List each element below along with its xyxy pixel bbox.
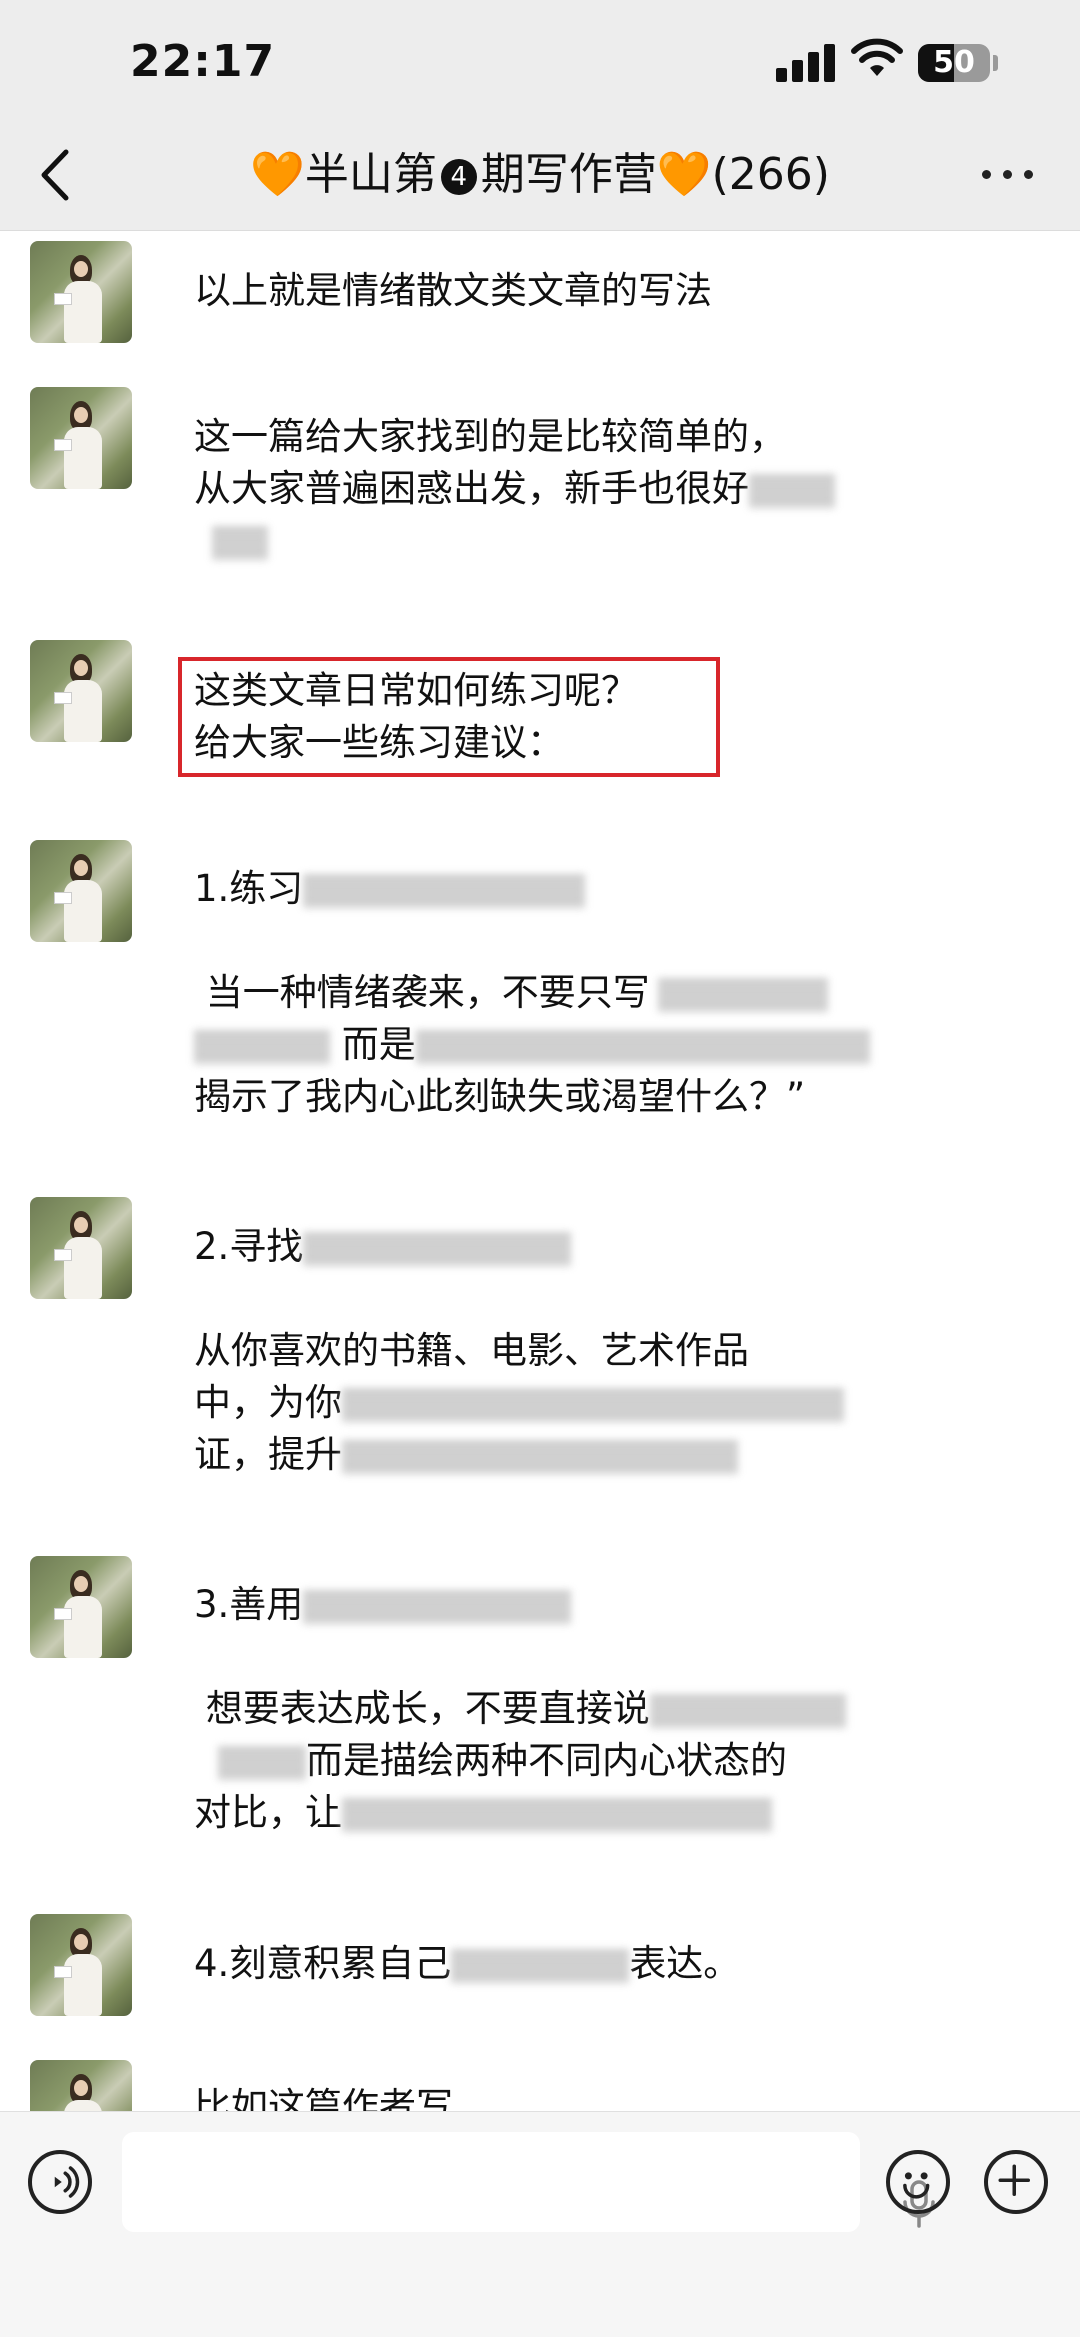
message-line: 想要表达成长，不要直接说 <box>194 1687 650 1730</box>
more-dots-icon[interactable] <box>978 160 1038 190</box>
avatar[interactable] <box>30 387 132 489</box>
highlight-box <box>178 657 720 777</box>
message-line: 当一种情绪袭来，不要只写 <box>194 971 650 1014</box>
issue-number-badge: 4 <box>440 159 477 195</box>
wifi-icon <box>851 38 903 76</box>
redacted-text <box>342 1387 844 1422</box>
message-line: 揭示了我内心此刻缺失或渴望什么？” <box>194 1075 806 1118</box>
emoji-icon[interactable] <box>886 2150 950 2214</box>
avatar[interactable] <box>30 840 132 942</box>
message-line: 比如这篇作者写 <box>194 2085 453 2111</box>
redacted-text <box>749 473 835 508</box>
message-line: 中，为你 <box>194 1381 342 1424</box>
message-text: 4.刻意积累自己 表达。 <box>194 1938 954 1990</box>
message-line: 而是描绘两种不同内心状态的 <box>306 1739 787 1782</box>
title-prefix: 🧡半山第 <box>250 149 437 200</box>
message-line: 表达。 <box>629 1942 741 1985</box>
redacted-text <box>218 1745 306 1780</box>
battery-icon: 50 <box>918 44 990 82</box>
title-suffix: 期写作营🧡 <box>480 149 712 200</box>
member-count: (266) <box>711 149 830 200</box>
message-text: 3.善用 想要表达成长，不要直接说 而是描绘两种不同内心状态的 对比，让 <box>194 1579 954 1839</box>
battery-tip <box>993 55 998 71</box>
voice-icon[interactable] <box>28 2150 92 2214</box>
avatar[interactable] <box>30 640 132 742</box>
avatar[interactable] <box>30 1197 132 1299</box>
redacted-text <box>342 1439 738 1474</box>
message-line: 这一篇给大家找到的是比较简单的， <box>194 415 786 458</box>
avatar[interactable] <box>30 2060 132 2111</box>
redacted-text <box>212 525 268 560</box>
redacted-text <box>194 1029 330 1064</box>
redacted-text <box>415 1029 870 1064</box>
redacted-text <box>649 1693 846 1728</box>
message-text: 这一篇给大家找到的是比较简单的， 从大家普遍困惑出发，新手也很好 <box>194 411 954 567</box>
message-line: 证，提升 <box>194 1433 342 1476</box>
message-text: 以上就是情绪散文类文章的写法 <box>194 265 954 317</box>
cellular-signal-icon <box>776 40 836 82</box>
message-line: 从你喜欢的书籍、电影、艺术作品 <box>194 1329 749 1372</box>
message-line: 2.寻找 <box>194 1225 304 1268</box>
redacted-text <box>451 1948 630 1983</box>
redacted-text <box>303 1589 572 1624</box>
redacted-text <box>303 873 586 908</box>
input-bar <box>0 2111 1080 2337</box>
avatar[interactable] <box>30 241 132 343</box>
message-line: 而是 <box>341 1023 416 1066</box>
message-text: 2.寻找 从你喜欢的书籍、电影、艺术作品 中，为你 证，提升 <box>194 1221 954 1481</box>
message-text: 比如这篇作者写 <box>194 2081 954 2111</box>
battery-level: 50 <box>933 45 975 80</box>
message-line: 4.刻意积累自己 <box>194 1942 452 1985</box>
message-text: 1.练习 当一种情绪袭来，不要只写 而是 揭示了我内心此刻缺失或渴望什么？” <box>194 863 954 1123</box>
redacted-text <box>657 977 828 1012</box>
message-line: 以上就是情绪散文类文章的写法 <box>194 269 712 312</box>
top-bar: 22:17 50 🧡半山第 4 期写作营🧡(266) <box>0 0 1080 231</box>
message-line: 对比，让 <box>194 1791 342 1834</box>
message-input[interactable] <box>122 2132 935 2232</box>
chat-title[interactable]: 🧡半山第 4 期写作营🧡(266) <box>0 145 1080 205</box>
chat-area[interactable]: 以上就是情绪散文类文章的写法 这一篇给大家找到的是比较简单的， 从大家普遍困惑出… <box>0 231 1080 2111</box>
message-line: 1.练习 <box>194 867 304 910</box>
redacted-text <box>303 1231 572 1266</box>
avatar[interactable] <box>30 1556 132 1658</box>
avatar[interactable] <box>30 1914 132 2016</box>
message-line: 3.善用 <box>194 1583 304 1626</box>
status-time: 22:17 <box>130 36 276 87</box>
message-line: 从大家普遍困惑出发，新手也很好 <box>194 467 749 510</box>
plus-icon[interactable] <box>984 2150 1048 2214</box>
redacted-text <box>342 1797 772 1832</box>
